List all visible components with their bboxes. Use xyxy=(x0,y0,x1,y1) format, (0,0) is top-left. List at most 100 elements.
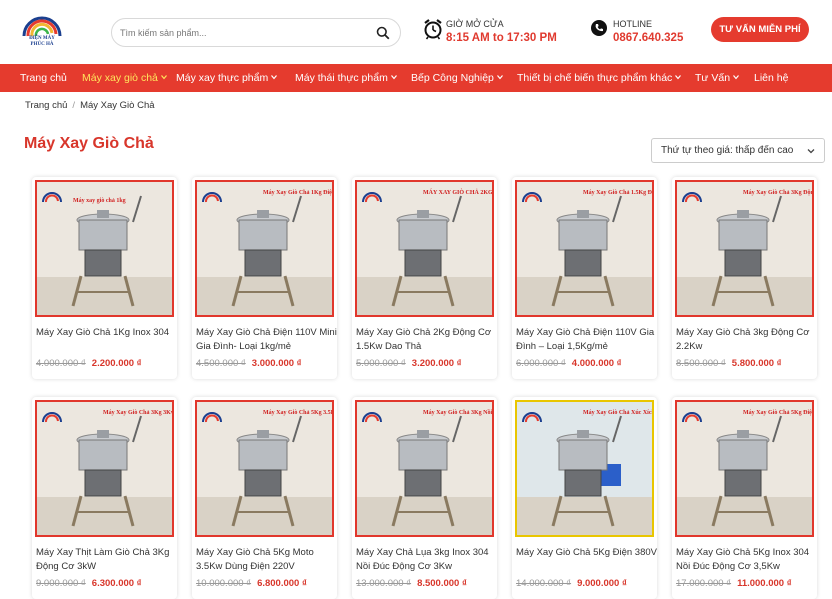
product-name[interactable]: Máy Xay Giò Chả 5Kg Inox 304 Nồi Đúc Độn… xyxy=(676,546,818,574)
product-image[interactable]: Máy Xay Giò Chả 5Kg Điện 220V Nồi Đúc xyxy=(675,400,814,537)
nav-item-bep-cong-nghiep[interactable]: Bếp Công Nghiệp xyxy=(411,64,503,92)
meat-grinder-machine-icon: Máy Xay Giò Chả 3Kg 3Kw xyxy=(37,402,172,535)
product-image[interactable]: Máy Xay Giò Chả 1Kg Điện 110V xyxy=(195,180,334,317)
product-card[interactable]: Máy Xay Giò Chả 1Kg Điện 110V Máy Xay Giò… xyxy=(192,177,337,379)
product-prices: 10.000.000 ₫ 6.800.000 ₫ xyxy=(196,578,307,589)
sale-price: 8.500.000 ₫ xyxy=(417,578,467,589)
product-image[interactable]: Máy Xay Giò Chả 5Kg 3.5Kw Điện 220V xyxy=(195,400,334,537)
product-prices: 8.500.000 ₫ 5.800.000 ₫ xyxy=(676,358,782,369)
site-logo[interactable]: ĐIỆN MÁY PHÚC HÀ xyxy=(18,6,66,56)
search-input[interactable] xyxy=(120,25,370,41)
sale-price: 4.000.000 ₫ xyxy=(571,358,622,369)
product-card[interactable]: Máy Xay Giò Chả 5Kg Điện 220V Nồi Đúc Máy… xyxy=(672,397,817,599)
image-caption: Máy Xay Giò Chả 5Kg Điện 220V Nồi Đúc xyxy=(743,409,812,416)
product-name[interactable]: Máy Xay Giò Chả Điện 110V Gia Đình – Loạ… xyxy=(516,326,658,354)
product-card[interactable]: Máy Xay Giò Chả 3Kg Nồi Đúc Máy Xay Chả L… xyxy=(352,397,497,599)
image-caption: Máy Xay Giò Chả 1.5Kg Điện 110V xyxy=(583,190,652,196)
old-price: 10.000.000 ₫ xyxy=(196,578,252,589)
product-name[interactable]: Máy Xay Giò Chả 1Kg Inox 304 xyxy=(36,326,178,340)
chevron-down-icon xyxy=(390,75,397,80)
image-caption: Máy Xay Giò Chả 5Kg 3.5Kw Điện 220V xyxy=(263,410,332,416)
product-name[interactable]: Máy Xay Thịt Làm Giò Chả 3Kg Động Cơ 3kW xyxy=(36,546,178,574)
old-price: 17.000.000 ₫ xyxy=(676,578,732,589)
meat-grinder-machine-icon: Máy xay giò chả 1kg xyxy=(37,182,172,315)
product-card[interactable]: Máy Xay Giò Chả Xúc Xích 5KG (3Kw) Điện … xyxy=(512,397,657,599)
breadcrumb-home[interactable]: Trang chủ xyxy=(25,100,67,111)
sale-price: 6.300.000 ₫ xyxy=(91,578,142,589)
chevron-down-icon xyxy=(675,75,682,80)
nav-item-may-xay-thuc-pham[interactable]: Máy xay thực phẩm xyxy=(176,64,278,92)
product-card[interactable]: Máy Xay Giò Chả 1.5Kg Điện 110V Máy Xay G… xyxy=(512,177,657,379)
nav-label: Máy xay thực phẩm xyxy=(176,72,269,84)
old-price: 5.000.000 ₫ xyxy=(356,358,406,369)
product-image[interactable]: Máy Xay Giò Chả 3Kg Động Cơ 2.2Kw xyxy=(675,180,814,317)
product-name[interactable]: Máy Xay Giò Chả 5Kg Điện 380V xyxy=(516,546,658,560)
product-card[interactable]: Máy xay giò chả 1kg Máy Xay Giò Chả 1Kg I… xyxy=(32,177,177,379)
nav-label: Máy thái thực phẩm xyxy=(295,72,388,84)
product-prices: 4.500.000 ₫ 3.000.000 ₫ xyxy=(196,358,302,369)
site-header: ĐIỆN MÁY PHÚC HÀ GIỜ MỞ CỬA 8:15 AM to 1… xyxy=(0,0,832,64)
free-consult-button[interactable]: TƯ VẤN MIỄN PHÍ xyxy=(711,17,809,42)
product-name[interactable]: Máy Xay Chả Lụa 3kg Inox 304 Nồi Đúc Độn… xyxy=(356,546,498,574)
sort-select[interactable]: Thứ tự theo giá: thấp đến cao xyxy=(651,138,825,163)
sale-price: 2.200.000 ₫ xyxy=(91,358,142,369)
sale-price: 9.000.000 ₫ xyxy=(577,578,627,589)
meat-grinder-machine-icon: Máy Xay Giò Chả Xúc Xích 5KG (3Kw) Điện … xyxy=(517,402,652,535)
hours-label: GIỜ MỞ CỬA xyxy=(446,19,504,29)
product-card[interactable]: Máy Xay Giò Chả 5Kg 3.5Kw Điện 220V Máy X… xyxy=(192,397,337,599)
sale-price: 6.800.000 ₫ xyxy=(257,578,307,589)
nav-item-home[interactable]: Trang chủ xyxy=(20,64,67,92)
product-name[interactable]: Máy Xay Giò Chả 3kg Động Cơ 2.2Kw xyxy=(676,326,818,354)
image-caption: Máy Xay Giò Chả Xúc Xích 5KG (3Kw) Điện … xyxy=(583,409,652,416)
hotline-number[interactable]: 0867.640.325 xyxy=(613,32,683,44)
product-prices: 13.000.000 ₫ 8.500.000 ₫ xyxy=(356,578,467,589)
product-prices: 17.000.000 ₫ 11.000.000 ₫ xyxy=(676,578,792,589)
nav-item-may-thai-thuc-pham[interactable]: Máy thái thực phẩm xyxy=(295,64,397,92)
chevron-down-icon xyxy=(160,75,167,80)
search-box xyxy=(111,18,401,47)
chevron-down-icon xyxy=(733,75,740,80)
nav-label: Liên hệ xyxy=(754,72,789,84)
product-name[interactable]: Máy Xay Giò Chả 5Kg Moto 3.5Kw Dùng Điện… xyxy=(196,546,338,574)
old-price: 4.500.000 ₫ xyxy=(196,358,246,369)
old-price: 9.000.000 ₫ xyxy=(36,578,86,589)
nav-label: Trang chủ xyxy=(20,72,67,84)
nav-item-may-xay-gio-cha[interactable]: Máy xay giò chả xyxy=(82,64,167,92)
chevron-down-icon xyxy=(271,75,278,80)
product-prices: 4.000.000 ₫ 2.200.000 ₫ xyxy=(36,358,142,369)
image-caption: MÁY XAY GIÒ CHẢ 2KG xyxy=(423,188,492,196)
nav-label: Thiết bị chế biến thực phẩm khác xyxy=(517,72,673,84)
product-image[interactable]: MÁY XAY GIÒ CHẢ 2KG xyxy=(355,180,494,317)
nav-item-lien-he[interactable]: Liên hệ xyxy=(754,64,788,92)
product-image[interactable]: Máy Xay Giò Chả 1.5Kg Điện 110V xyxy=(515,180,654,317)
sale-price: 5.800.000 ₫ xyxy=(731,358,782,369)
hotline-label: HOTLINE xyxy=(613,19,653,29)
nav-item-tu-van[interactable]: Tư Vấn xyxy=(695,64,740,92)
old-price: 13.000.000 ₫ xyxy=(356,578,412,589)
product-card[interactable]: Máy Xay Giò Chả 3Kg 3Kw Máy Xay Thịt Làm … xyxy=(32,397,177,599)
chevron-down-icon xyxy=(807,149,815,154)
sort-selected: Thứ tự theo giá: thấp đến cao xyxy=(661,145,794,156)
search-icon[interactable] xyxy=(376,26,390,40)
main-nav: Trang chủ Máy xay giò chả Máy xay thực p… xyxy=(0,64,832,92)
product-image[interactable]: Máy Xay Giò Chả Xúc Xích 5KG (3Kw) Điện … xyxy=(515,400,654,537)
product-card[interactable]: MÁY XAY GIÒ CHẢ 2KG Máy Xay Giò Chả 2Kg Đ… xyxy=(352,177,497,379)
product-image[interactable]: Máy Xay Giò Chả 3Kg 3Kw xyxy=(35,400,174,537)
product-prices: 9.000.000 ₫ 6.300.000 ₫ xyxy=(36,578,142,589)
sale-price: 3.000.000 ₫ xyxy=(251,358,302,369)
logo-text: ĐIỆN MÁY PHÚC HÀ xyxy=(18,36,66,48)
sale-price: 11.000.000 ₫ xyxy=(737,578,792,589)
product-image[interactable]: Máy xay giò chả 1kg xyxy=(35,180,174,317)
nav-label: Bếp Công Nghiệp xyxy=(411,72,494,84)
product-card[interactable]: Máy Xay Giò Chả 3Kg Động Cơ 2.2Kw Máy Xay… xyxy=(672,177,817,379)
old-price: 4.000.000 ₫ xyxy=(36,358,86,369)
breadcrumb-current: Máy Xay Giò Chả xyxy=(80,100,155,111)
phone-icon xyxy=(591,20,607,36)
image-caption: Máy xay giò chả 1kg xyxy=(73,198,126,204)
nav-item-thiet-bi-khac[interactable]: Thiết bị chế biến thực phẩm khác xyxy=(517,64,682,92)
product-name[interactable]: Máy Xay Giò Chả Điện 110V Mini Gia Đình-… xyxy=(196,326,338,354)
product-prices: 14.000.000 ₫ 9.000.000 ₫ xyxy=(516,578,627,589)
product-name[interactable]: Máy Xay Giò Chả 2Kg Động Cơ 1.5Kw Dao Th… xyxy=(356,326,498,354)
product-image[interactable]: Máy Xay Giò Chả 3Kg Nồi Đúc xyxy=(355,400,494,537)
meat-grinder-machine-icon: MÁY XAY GIÒ CHẢ 2KG xyxy=(357,182,492,315)
